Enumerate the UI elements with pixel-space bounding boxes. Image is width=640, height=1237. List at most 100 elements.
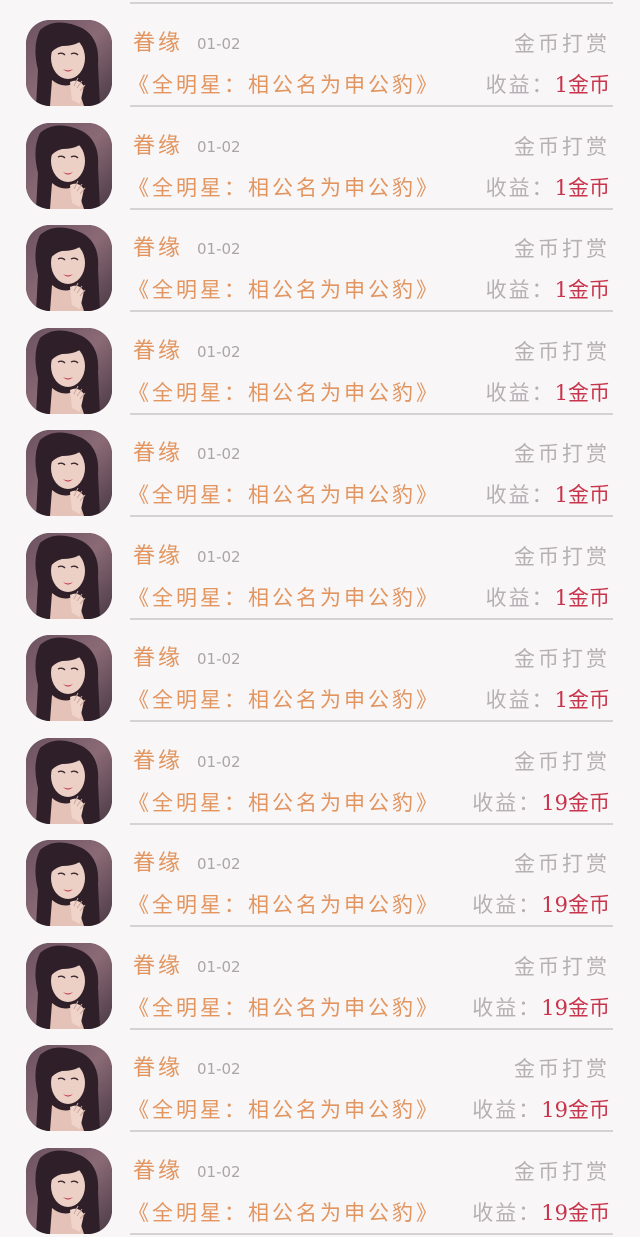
income-value: 19金币	[541, 893, 610, 917]
user-name[interactable]: 眷缘	[133, 645, 183, 673]
income: 收益：19金币	[472, 993, 610, 1023]
record-type: 金币打赏	[514, 442, 610, 466]
reward-record-row[interactable]: 眷缘 01-02 金币打赏 《全明星：相公名为申公豹》 收益：1金币	[0, 205, 640, 312]
user-name[interactable]: 眷缘	[133, 338, 183, 366]
reward-record-row[interactable]: 眷缘 01-02 金币打赏 《全明星：相公名为申公豹》 收益：19金币	[0, 820, 640, 927]
income: 收益：19金币	[472, 1095, 610, 1125]
income: 收益：1金币	[486, 583, 610, 613]
record-type: 金币打赏	[514, 647, 610, 671]
user-avatar[interactable]	[26, 20, 112, 106]
reward-record-row[interactable]: 眷缘 01-02 金币打赏 《全明星：相公名为申公豹》 收益：1金币	[0, 513, 640, 620]
user-name[interactable]: 眷缘	[133, 1158, 183, 1186]
record-type: 金币打赏	[514, 1159, 610, 1184]
user-avatar[interactable]	[26, 430, 112, 516]
income: 收益：1金币	[486, 275, 610, 305]
record-type: 金币打赏	[514, 544, 610, 569]
reward-record-row[interactable]: 眷缘 01-02 金币打赏 《全明星：相公名为申公豹》 收益：1金币	[0, 615, 640, 722]
user-avatar[interactable]	[26, 737, 112, 824]
income-value: 1金币	[554, 688, 610, 712]
record-date: 01-02	[197, 650, 241, 668]
user-name[interactable]: 眷缘	[133, 133, 183, 161]
income-label: 收益：	[485, 73, 555, 97]
avatar-photo-icon	[26, 225, 112, 311]
record-type: 金币打赏	[514, 852, 610, 876]
income-value: 19金币	[541, 995, 610, 1020]
user-avatar[interactable]	[26, 840, 112, 926]
book-title[interactable]: 《全明星：相公名为申公豹》	[128, 788, 440, 818]
record-date: 01-02	[197, 855, 241, 873]
book-title[interactable]: 《全明星：相公名为申公豹》	[128, 685, 440, 715]
income-label: 收益：	[472, 893, 542, 917]
income-value: 1金币	[554, 278, 610, 302]
book-title[interactable]: 《全明星：相公名为申公豹》	[128, 1198, 440, 1228]
income-value: 1金币	[554, 73, 610, 97]
user-avatar[interactable]	[26, 1045, 112, 1131]
record-date: 01-02	[197, 1162, 241, 1181]
income: 收益：1金币	[486, 480, 610, 510]
avatar-photo-icon	[26, 1147, 112, 1234]
reward-record-row[interactable]: 眷缘 01-02 金币打赏 《全明星：相公名为申公豹》 收益：19金币	[0, 718, 640, 825]
reward-record-row[interactable]: 眷缘 01-02 金币打赏 《全明星：相公名为申公豹》 收益：1金币	[0, 103, 640, 210]
income-label: 收益：	[485, 688, 555, 712]
book-title[interactable]: 《全明星：相公名为申公豹》	[128, 993, 440, 1023]
user-avatar[interactable]	[26, 122, 112, 209]
row-divider	[130, 1232, 613, 1235]
user-name[interactable]: 眷缘	[133, 748, 183, 776]
book-title[interactable]: 《全明星：相公名为申公豹》	[128, 890, 440, 920]
reward-record-row[interactable]: 眷缘 01-02 金币打赏 《全明星：相公名为申公豹》 收益：1金币	[0, 410, 640, 517]
book-title[interactable]: 《全明星：相公名为申公豹》	[128, 70, 440, 100]
record-date: 01-02	[197, 547, 241, 566]
record-date: 01-02	[197, 752, 241, 771]
book-title[interactable]: 《全明星：相公名为申公豹》	[128, 173, 440, 203]
book-title[interactable]: 《全明星：相公名为申公豹》	[128, 480, 440, 510]
record-type: 金币打赏	[514, 237, 610, 261]
user-name[interactable]: 眷缘	[133, 850, 183, 878]
book-title[interactable]: 《全明星：相公名为申公豹》	[128, 378, 440, 408]
income: 收益：19金币	[472, 1198, 610, 1228]
avatar-photo-icon	[26, 942, 112, 1029]
reward-record-row[interactable]: 眷缘 01-02 金币打赏 《全明星：相公名为申公豹》 收益：1金币	[0, 308, 640, 415]
record-date: 01-02	[197, 957, 241, 976]
income-value: 1金币	[554, 380, 610, 405]
record-date: 01-02	[197, 240, 241, 258]
record-date: 01-02	[197, 1060, 241, 1078]
user-avatar[interactable]	[26, 635, 112, 721]
user-avatar[interactable]	[26, 532, 112, 619]
reward-record-row[interactable]: 眷缘 01-02 金币打赏 《全明星：相公名为申公豹》 收益：19金币	[0, 1025, 640, 1132]
income-value: 1金币	[554, 483, 610, 507]
record-date: 01-02	[197, 137, 241, 156]
user-name[interactable]: 眷缘	[133, 1055, 183, 1083]
income-label: 收益：	[472, 1098, 542, 1122]
user-name[interactable]: 眷缘	[133, 953, 183, 981]
record-type: 金币打赏	[514, 134, 610, 159]
book-title[interactable]: 《全明星：相公名为申公豹》	[128, 1095, 440, 1125]
user-avatar[interactable]	[26, 225, 112, 311]
income: 收益：1金币	[486, 378, 610, 408]
book-title[interactable]: 《全明星：相公名为申公豹》	[128, 583, 440, 613]
income: 收益：19金币	[472, 788, 610, 818]
user-avatar[interactable]	[26, 327, 112, 414]
avatar-photo-icon	[26, 840, 112, 926]
record-type: 金币打赏	[514, 32, 610, 56]
record-type: 金币打赏	[514, 339, 610, 364]
income-label: 收益：	[472, 790, 542, 815]
record-type: 金币打赏	[514, 954, 610, 979]
user-avatar[interactable]	[26, 942, 112, 1029]
record-type: 金币打赏	[514, 749, 610, 774]
book-title[interactable]: 《全明星：相公名为申公豹》	[128, 275, 440, 305]
user-name[interactable]: 眷缘	[133, 440, 183, 468]
user-avatar[interactable]	[26, 1147, 112, 1234]
user-name[interactable]: 眷缘	[133, 235, 183, 263]
income-label: 收益：	[485, 380, 555, 405]
avatar-photo-icon	[26, 430, 112, 516]
user-name[interactable]: 眷缘	[133, 543, 183, 571]
income: 收益：1金币	[486, 173, 610, 203]
user-name[interactable]: 眷缘	[133, 30, 183, 58]
income-label: 收益：	[485, 585, 555, 610]
reward-record-row[interactable]: 眷缘 01-02 金币打赏 《全明星：相公名为申公豹》 收益：19金币	[0, 1128, 640, 1235]
record-type: 金币打赏	[514, 1057, 610, 1081]
reward-record-row[interactable]: 眷缘 01-02 金币打赏 《全明星：相公名为申公豹》 收益：19金币	[0, 923, 640, 1030]
record-date: 01-02	[197, 35, 241, 53]
reward-record-row[interactable]: 眷缘 01-02 金币打赏 《全明星：相公名为申公豹》 收益：1金币	[0, 0, 640, 107]
income-value: 19金币	[541, 790, 610, 815]
